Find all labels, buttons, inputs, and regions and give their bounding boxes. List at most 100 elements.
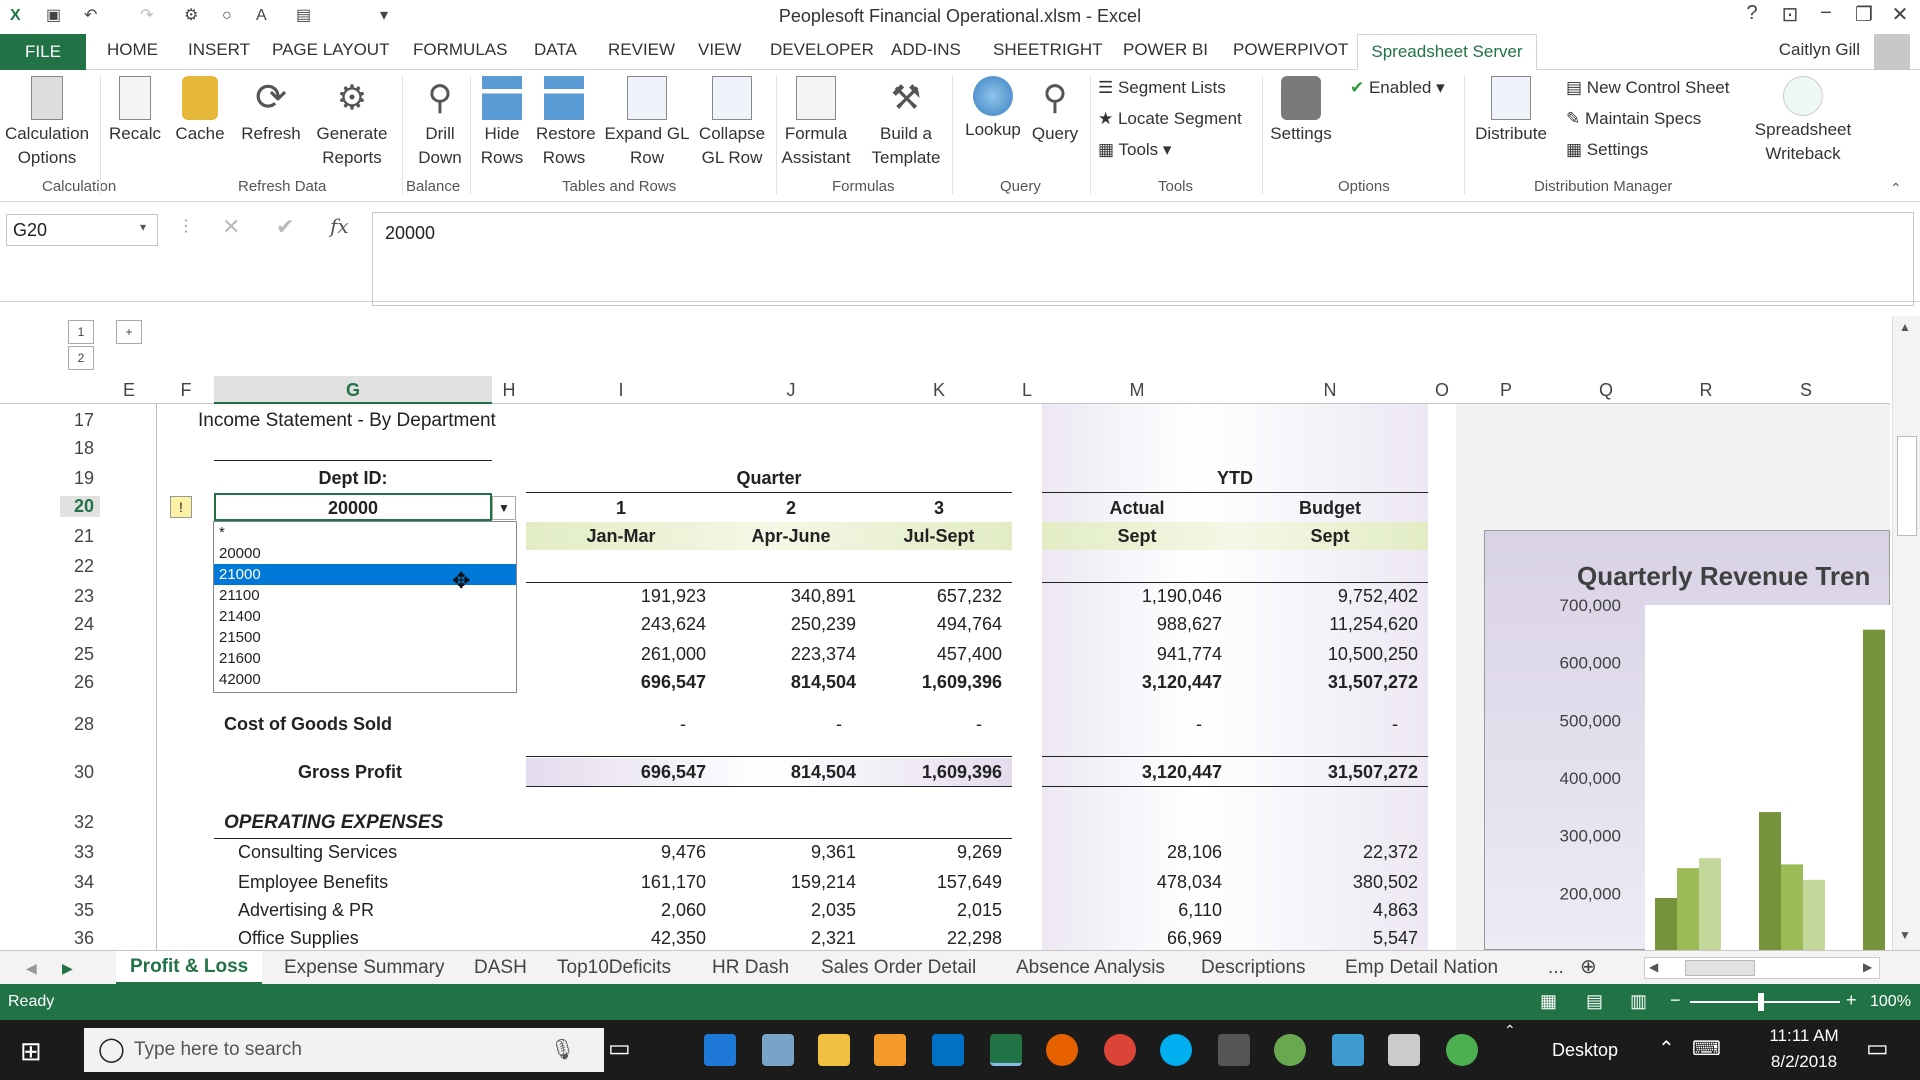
dropdown-option[interactable]: 21100 <box>214 585 516 606</box>
column-header[interactable]: K <box>866 380 1012 401</box>
column-header[interactable]: P <box>1456 380 1556 401</box>
clock-time[interactable]: 11:11 AM <box>1754 1026 1854 1046</box>
minimize-icon[interactable]: − <box>1808 2 1844 25</box>
sheet-tab[interactable]: HR Dash <box>712 957 789 979</box>
camera-icon[interactable] <box>1218 1034 1250 1066</box>
name-box[interactable]: G20 <box>6 214 158 246</box>
tab-file[interactable]: FILE <box>0 34 86 70</box>
drill-down-button[interactable]: ⚲ Drill Down <box>408 76 472 170</box>
cancel-icon[interactable]: ✕ <box>222 214 240 240</box>
microphone-icon[interactable]: 🎙 <box>550 1028 575 1072</box>
avatar[interactable] <box>1874 34 1910 70</box>
scrollbar-thumb[interactable] <box>1897 436 1917 536</box>
tab-data[interactable]: DATA <box>534 40 577 60</box>
media-player-icon[interactable] <box>874 1034 906 1066</box>
app-globe-icon[interactable] <box>1274 1034 1306 1066</box>
segment-lists-button[interactable]: ☰ Segment Lists <box>1098 76 1226 100</box>
tab-scroll-left-icon[interactable]: ◀ <box>26 960 37 977</box>
enter-icon[interactable]: ✔ <box>276 214 294 240</box>
document-app-icon[interactable] <box>1388 1034 1420 1066</box>
help-icon[interactable]: ? <box>1734 2 1770 25</box>
sheet-tab[interactable]: Sales Order Detail <box>821 957 976 979</box>
outlook-icon[interactable] <box>932 1034 964 1066</box>
dropdown-option[interactable]: 21500 <box>214 627 516 648</box>
sheet-tab[interactable]: Absence Analysis <box>1016 957 1165 979</box>
file-explorer-icon[interactable] <box>818 1034 850 1066</box>
sheet-tab[interactable]: Expense Summary <box>284 957 445 979</box>
vertical-scrollbar[interactable]: ▲ ▼ <box>1892 316 1920 950</box>
scroll-up-icon[interactable]: ▲ <box>1899 320 1911 334</box>
dropdown-option[interactable]: * <box>214 522 516 543</box>
build-template-button[interactable]: ⚒ Build a Template <box>862 76 950 170</box>
add-sheet-icon[interactable]: ⊕ <box>1580 954 1597 979</box>
zoom-in-icon[interactable]: + <box>1846 990 1857 1011</box>
new-control-sheet-button[interactable]: ▤ New Control Sheet <box>1566 76 1729 100</box>
edge-icon[interactable] <box>704 1034 736 1066</box>
sheet-tab[interactable]: Emp Detail Nation <box>1345 957 1498 979</box>
enabled-toggle[interactable]: ✔ Enabled ▾ <box>1350 76 1445 100</box>
restore-rows-button[interactable]: Restore Rows <box>536 76 596 170</box>
zoom-out-icon[interactable]: − <box>1670 990 1681 1011</box>
dropdown-option[interactable]: 42000 <box>214 669 516 690</box>
tab-sheetright[interactable]: SHEETRIGHT <box>993 40 1103 60</box>
user-name[interactable]: Caitlyn Gill <box>1779 40 1860 60</box>
tab-review[interactable]: REVIEW <box>608 40 675 60</box>
column-header[interactable]: S <box>1756 380 1856 401</box>
refresh-button[interactable]: ⟳ Refresh <box>236 76 306 146</box>
column-header[interactable]: M <box>1042 380 1232 401</box>
clock-date[interactable]: 8/2/2018 <box>1754 1052 1854 1072</box>
firefox-icon[interactable] <box>1046 1034 1078 1066</box>
quarterly-revenue-chart[interactable]: Quarterly Revenue Tren 700,000 600,000 500… <box>1484 530 1891 951</box>
tools-button[interactable]: ▦ Tools ▾ <box>1098 138 1171 162</box>
page-layout-view-icon[interactable]: ▤ <box>1586 991 1603 1012</box>
collapse-gl-row-button[interactable]: Collapse GL Row <box>692 76 772 170</box>
tab-view[interactable]: VIEW <box>698 40 741 60</box>
normal-view-icon[interactable]: ▦ <box>1540 991 1557 1012</box>
task-view-icon[interactable]: ▭ <box>608 1034 631 1063</box>
horizontal-scrollbar[interactable]: ◀ ▶ <box>1644 957 1880 979</box>
column-header[interactable]: F <box>158 380 214 401</box>
excel-taskbar-icon[interactable] <box>990 1034 1022 1066</box>
dept-id-cell[interactable]: 20000 <box>214 493 492 521</box>
taskbar-search[interactable]: ◯ Type here to search 🎙 <box>84 1028 604 1072</box>
tab-home[interactable]: HOME <box>107 40 158 60</box>
zoom-slider-thumb[interactable] <box>1758 993 1764 1011</box>
tab-power-bi[interactable]: POWER BI <box>1123 40 1208 60</box>
name-box-dropdown-icon[interactable]: ▾ <box>140 220 146 234</box>
ribbon-display-icon[interactable]: ⊡ <box>1772 2 1808 27</box>
generate-reports-button[interactable]: ⚙ Generate Reports <box>312 76 392 170</box>
warning-icon[interactable]: ! <box>170 496 192 518</box>
collapse-ribbon-icon[interactable]: ⌃ <box>1890 180 1902 197</box>
lookup-button[interactable]: Lookup <box>960 76 1026 142</box>
column-header[interactable]: H <box>492 380 526 401</box>
restore-icon[interactable]: ❐ <box>1846 2 1882 27</box>
tab-developer[interactable]: DEVELOPER <box>770 40 874 60</box>
outline-level-1-top[interactable]: 1 <box>68 320 94 344</box>
locate-segment-button[interactable]: ★ Locate Segment <box>1098 107 1242 131</box>
dropdown-option[interactable]: 21400 <box>214 606 516 627</box>
column-header[interactable]: I <box>526 380 716 401</box>
column-header[interactable]: J <box>716 380 866 401</box>
calculation-options-button[interactable]: Calculation Options <box>4 76 90 170</box>
query-button[interactable]: ⚲ Query <box>1028 76 1082 146</box>
column-header[interactable]: L <box>1012 380 1042 401</box>
dropdown-option-selected[interactable]: 21000 <box>214 564 516 585</box>
distribution-settings-button[interactable]: ▦ Settings <box>1566 138 1648 162</box>
insert-function-icon[interactable]: fx <box>330 214 349 238</box>
column-header[interactable]: Q <box>1556 380 1656 401</box>
chrome-icon[interactable] <box>1104 1034 1136 1066</box>
formula-input[interactable]: 20000 <box>372 212 1914 306</box>
network-app-icon[interactable] <box>1446 1034 1478 1066</box>
column-header[interactable]: R <box>1656 380 1756 401</box>
column-header[interactable]: E <box>104 380 154 401</box>
tab-powerpivot[interactable]: POWERPIVOT <box>1233 40 1348 60</box>
keyboard-icon[interactable]: ⌨ <box>1692 1036 1721 1061</box>
outline-expand-button[interactable]: + <box>116 320 142 344</box>
distribute-button[interactable]: Distribute <box>1468 76 1554 146</box>
close-icon[interactable]: ✕ <box>1882 2 1918 27</box>
taskbar-scroll-icon[interactable]: ⌃ <box>1504 1022 1516 1039</box>
sheet-tab-active[interactable]: Profit & Loss <box>116 951 263 985</box>
show-hidden-icons[interactable]: ⌃ <box>1658 1036 1675 1061</box>
tab-formulas[interactable]: FORMULAS <box>413 40 507 60</box>
search-app-icon[interactable] <box>1332 1034 1364 1066</box>
